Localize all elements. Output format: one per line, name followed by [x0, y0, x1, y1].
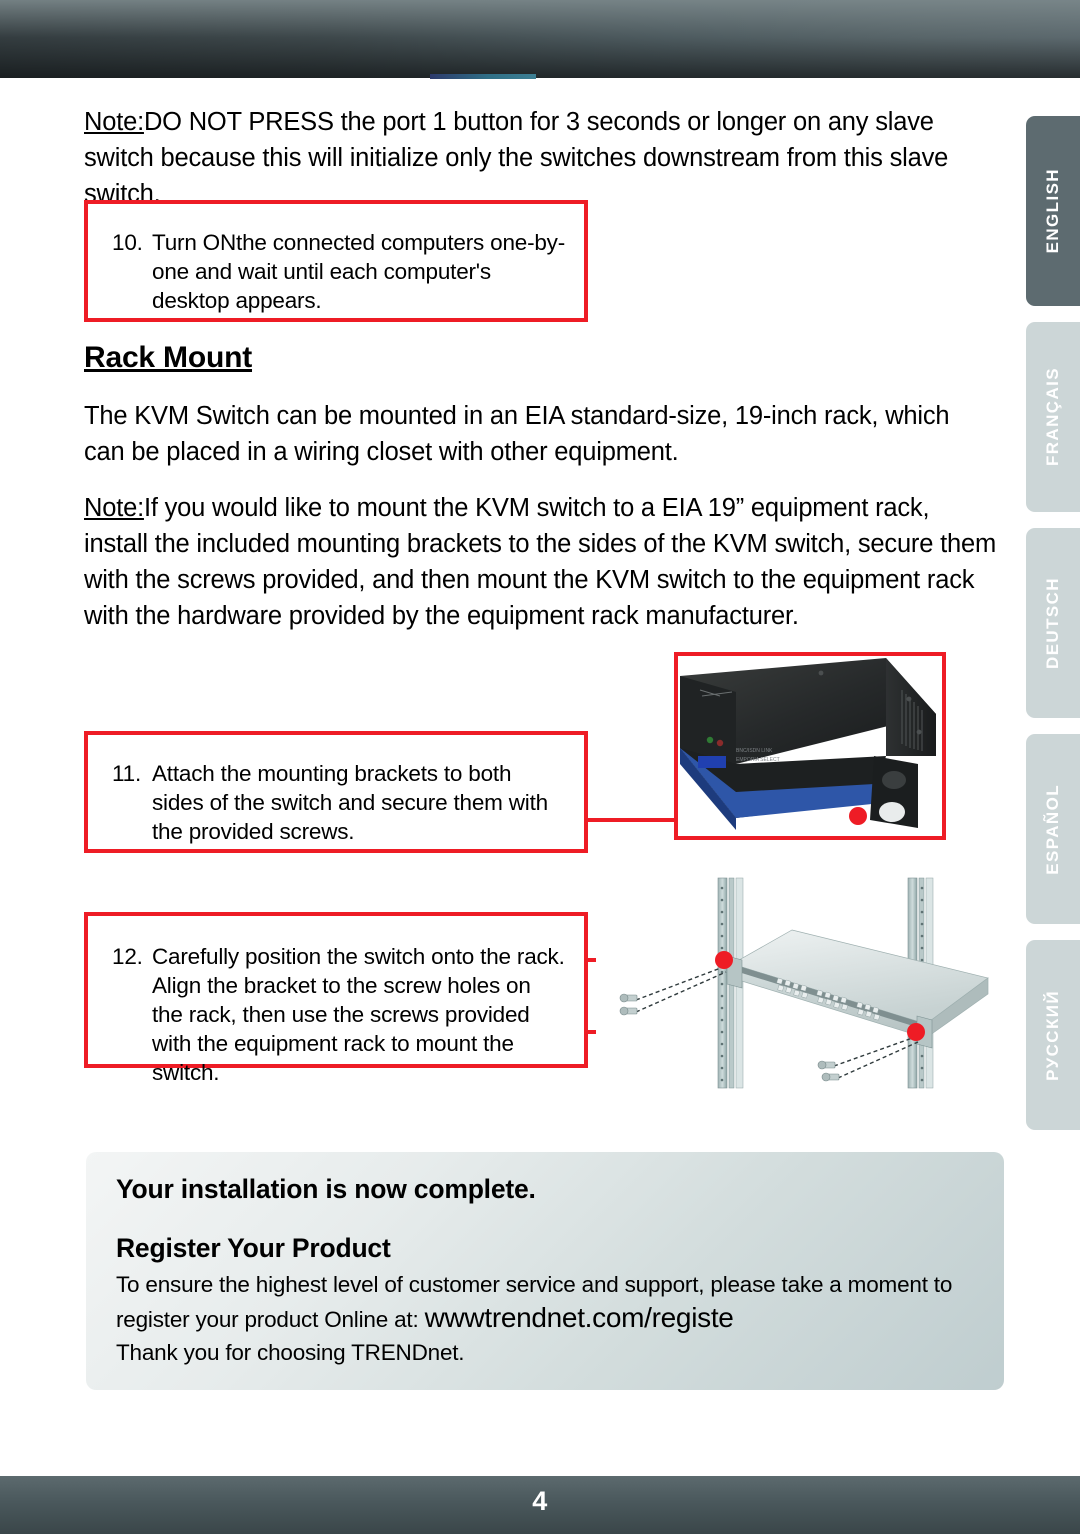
register-product-title: Register Your Product	[116, 1233, 391, 1263]
step-12-number: 12.	[112, 944, 143, 969]
top-note-text: DO NOT PRESS the port 1 button for 3 sec…	[84, 108, 949, 208]
rack-mount-intro: The KVM Switch can be mounted in an EIA …	[84, 402, 950, 466]
header-accent-stripe	[430, 74, 536, 79]
step-11-callout-box: 11. Attach the mounting brackets to both…	[84, 731, 588, 853]
step-12-text: Carefully position the switch onto the r…	[152, 944, 565, 1085]
register-url[interactable]: wwwtrendnet.com/registe	[425, 1302, 734, 1333]
step-10-callout-box: 10. Turn ONthe connected computers one-b…	[84, 200, 588, 322]
main-content: Note:DO NOT PRESS the port 1 button for …	[84, 104, 1004, 212]
language-tab-espanol[interactable]: ESPAÑOL	[1026, 734, 1080, 924]
register-body-line-1: To ensure the highest level of customer …	[116, 1272, 953, 1297]
language-tab-deutsch[interactable]: DEUTSCH	[1026, 528, 1080, 718]
register-body-line-2: register your product Online at: wwwtren…	[116, 1301, 974, 1336]
step-12-callout-box: 12. Carefully position the switch onto t…	[84, 912, 588, 1085]
language-tab-espanol-label: ESPAÑOL	[1043, 783, 1062, 875]
register-thanks-line: Thank you for choosing TRENDnet.	[116, 1340, 465, 1365]
rack-note-text: If you would like to mount the KVM switc…	[84, 494, 996, 630]
step-11-connector-line	[586, 818, 682, 822]
rack-note-label: Note:	[84, 494, 144, 522]
step-11-text: Attach the mounting brackets to both sid…	[152, 761, 548, 844]
step-10-text: Turn ONthe connected computers one-by-on…	[152, 230, 566, 313]
rack-callout-dot-upper	[715, 951, 733, 969]
page-header-bar	[0, 0, 1080, 78]
language-tab-francais-label: FRANÇAIS	[1043, 367, 1062, 467]
rack-note-paragraph: Note:If you would like to mount the KVM …	[84, 490, 1000, 634]
register-url-prefix: register your product Online at:	[116, 1307, 419, 1332]
language-tab-russkiy-label: РУССКИЙ	[1043, 989, 1062, 1081]
rack-callout-dot-lower	[907, 1023, 925, 1041]
rack-mount-section: Rack Mount	[84, 341, 1004, 375]
rack-mount-intro-block: The KVM Switch can be mounted in an EIA …	[84, 398, 982, 470]
language-tab-english[interactable]: ENGLISH	[1026, 116, 1080, 306]
step-10-number: 10.	[112, 230, 143, 255]
step-11-photo-frame	[674, 652, 946, 840]
rack-mount-diagram-figure	[596, 872, 1008, 1100]
language-tab-russkiy[interactable]: РУССКИЙ	[1026, 940, 1080, 1130]
page-number: 4	[532, 1486, 548, 1516]
registration-panel: Your installation is now complete. Regis…	[86, 1152, 1004, 1390]
language-tab-rail: ENGLISH FRANÇAIS DEUTSCH ESPAÑOL РУССКИЙ	[1026, 0, 1080, 1534]
rack-mount-note-block: Note:If you would like to mount the KVM …	[84, 490, 1000, 634]
step-12: 12. Carefully position the switch onto t…	[88, 916, 584, 1087]
step-11-number: 11.	[112, 761, 142, 786]
language-tab-deutsch-label: DEUTSCH	[1043, 577, 1062, 669]
installation-complete-title: Your installation is now complete.	[116, 1174, 536, 1204]
step-10: 10. Turn ONthe connected computers one-b…	[88, 204, 584, 315]
top-note-label: Note:	[84, 108, 144, 136]
top-note-paragraph: Note:DO NOT PRESS the port 1 button for …	[84, 104, 976, 212]
language-tab-francais[interactable]: FRANÇAIS	[1026, 322, 1080, 512]
language-tab-english-label: ENGLISH	[1043, 168, 1062, 254]
page-title: Rack Mount	[84, 341, 253, 374]
step-11: 11. Attach the mounting brackets to both…	[88, 735, 584, 846]
rack-mount-diagram-svg	[596, 872, 1008, 1100]
